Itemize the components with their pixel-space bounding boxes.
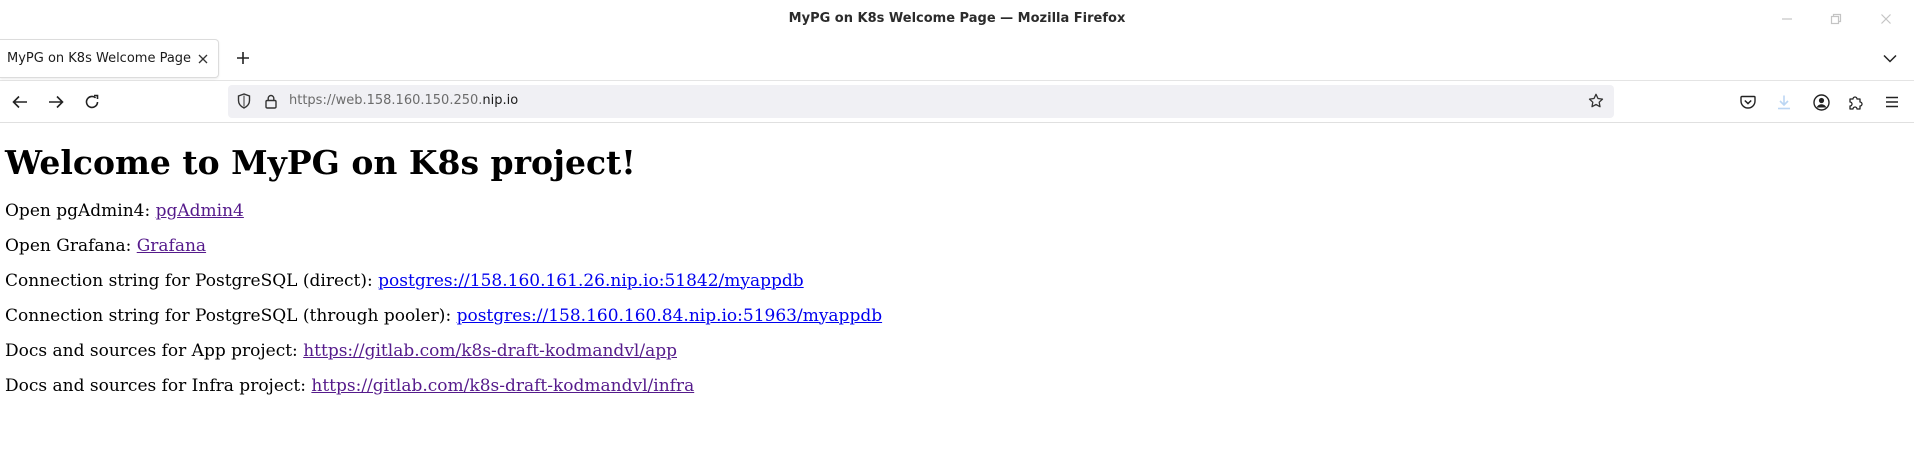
url-text: https://web.158.160.150.250.nip.io	[289, 93, 518, 108]
row-app-docs: Docs and sources for App project: https:…	[5, 340, 1909, 361]
account-icon	[1812, 93, 1830, 111]
close-window-icon[interactable]	[1868, 0, 1904, 37]
downloads-button[interactable]	[1769, 87, 1799, 117]
infra-docs-link[interactable]: https://gitlab.com/k8s-draft-kodmandvl/i…	[311, 376, 694, 396]
reload-button[interactable]	[77, 87, 107, 117]
url-domain: nip.io	[482, 93, 519, 108]
address-bar[interactable]: https://web.158.160.150.250.nip.io	[228, 85, 1614, 118]
row-label: Connection string for PostgreSQL (throug…	[5, 305, 457, 326]
row-label: Connection string for PostgreSQL (direct…	[5, 270, 379, 291]
row-label: Open pgAdmin4:	[5, 200, 156, 221]
list-all-tabs-button[interactable]	[1876, 44, 1904, 72]
url-prefix: https://web.158.160.150.250.	[289, 93, 483, 108]
row-pgadmin: Open pgAdmin4: pgAdmin4	[5, 200, 1909, 221]
download-icon	[1778, 95, 1790, 110]
tab-close-icon[interactable]	[191, 47, 214, 71]
window-titlebar: MyPG on K8s Welcome Page — Mozilla Firef…	[0, 0, 1914, 37]
pocket-icon	[1740, 95, 1756, 109]
forward-button[interactable]	[41, 87, 71, 117]
navigation-toolbar: https://web.158.160.150.250.nip.io	[0, 81, 1914, 123]
minimize-icon[interactable]	[1769, 0, 1805, 37]
pocket-button[interactable]	[1733, 87, 1763, 117]
bookmark-star-icon[interactable]	[1586, 91, 1606, 111]
plus-icon	[237, 52, 249, 64]
row-pg-pooler: Connection string for PostgreSQL (throug…	[5, 305, 1909, 326]
restore-icon[interactable]	[1818, 0, 1854, 37]
page-heading: Welcome to MyPG on K8s project!	[5, 143, 636, 182]
row-pg-direct: Connection string for PostgreSQL (direct…	[5, 270, 1909, 291]
row-infra-docs: Docs and sources for Infra project: http…	[5, 375, 1909, 396]
row-label: Open Grafana:	[5, 235, 137, 256]
page-content: Welcome to MyPG on K8s project! Open pgA…	[0, 124, 1914, 454]
hamburger-menu-icon	[1886, 96, 1898, 108]
pgadmin-link[interactable]: pgAdmin4	[156, 201, 244, 221]
window-title: MyPG on K8s Welcome Page — Mozilla Firef…	[788, 11, 1126, 26]
puzzle-icon	[1849, 96, 1863, 110]
row-grafana: Open Grafana: Grafana	[5, 235, 1909, 256]
grafana-link[interactable]: Grafana	[137, 236, 206, 256]
tab-label: MyPG on K8s Welcome Page	[7, 51, 192, 66]
chevron-down-icon	[1883, 54, 1897, 63]
back-arrow-icon	[12, 95, 27, 109]
app-docs-link[interactable]: https://gitlab.com/k8s-draft-kodmandvl/a…	[303, 341, 677, 361]
new-tab-button[interactable]	[229, 44, 257, 72]
back-button[interactable]	[5, 87, 35, 117]
app-menu-button[interactable]	[1877, 87, 1907, 117]
row-label: Docs and sources for App project:	[5, 340, 304, 361]
tab-welcome-page[interactable]: MyPG on K8s Welcome Page	[0, 39, 219, 78]
pg-pooler-link[interactable]: postgres://158.160.160.84.nip.io:51963/m…	[457, 306, 883, 326]
forward-arrow-icon	[49, 95, 64, 109]
pg-direct-link[interactable]: postgres://158.160.161.26.nip.io:51842/m…	[378, 271, 804, 291]
lock-icon[interactable]	[261, 91, 281, 111]
account-button[interactable]	[1806, 87, 1836, 117]
tracking-protection-shield-icon[interactable]	[234, 91, 254, 111]
tab-bar: MyPG on K8s Welcome Page	[0, 37, 1914, 81]
extensions-button[interactable]	[1841, 87, 1871, 117]
reload-icon	[85, 94, 99, 109]
row-label: Docs and sources for Infra project:	[5, 375, 312, 396]
